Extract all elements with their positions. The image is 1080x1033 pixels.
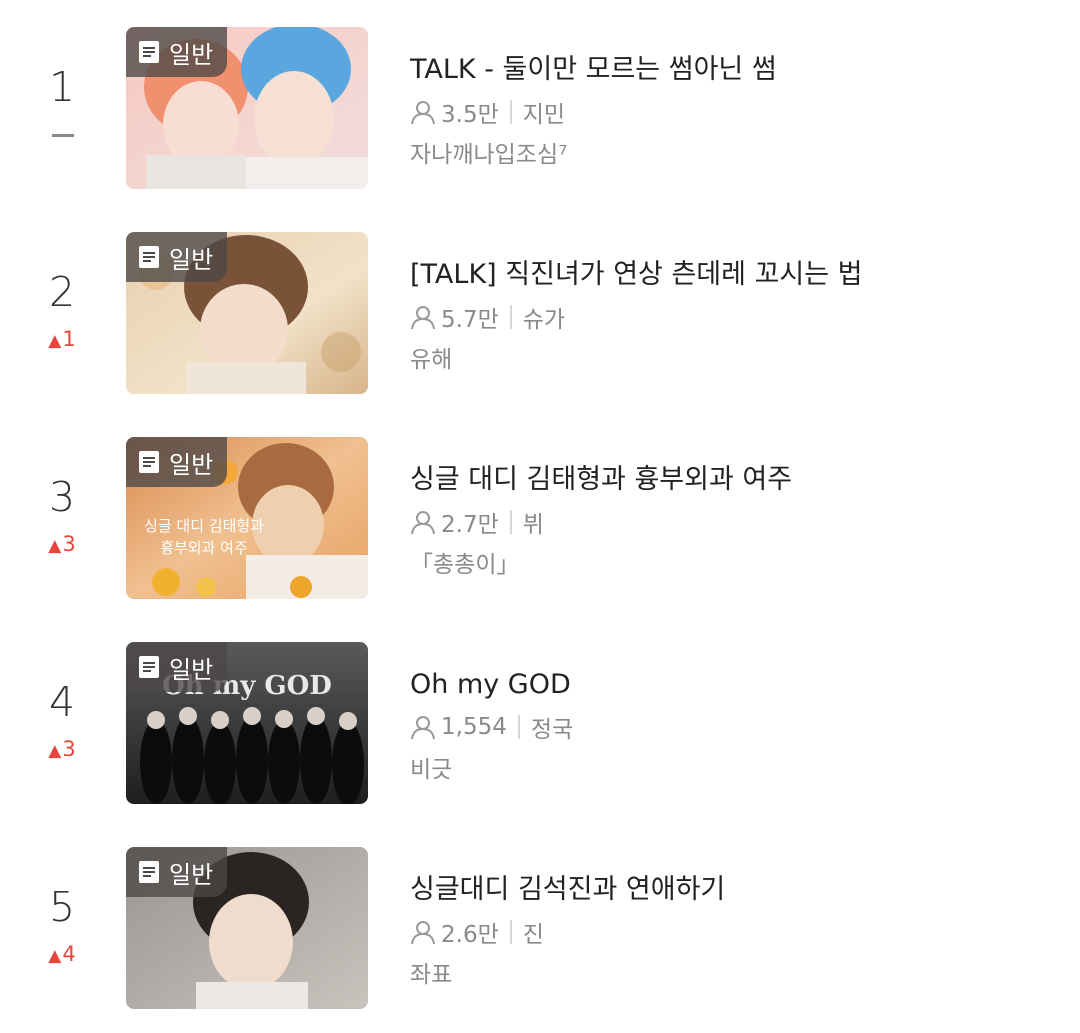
meta-divider xyxy=(509,510,512,534)
person-icon xyxy=(411,716,435,740)
person-icon xyxy=(411,101,435,125)
category-badge: 일반 xyxy=(126,27,228,77)
thumbnail[interactable]: Oh my GOD 일반 xyxy=(126,642,368,804)
rank-unchanged-dash xyxy=(52,134,74,137)
rank-number: 2 xyxy=(48,268,76,316)
meta-divider xyxy=(509,100,512,124)
character-tag[interactable]: 슈가 xyxy=(523,300,565,334)
thumbnail[interactable]: 일반 xyxy=(126,847,368,1009)
ranking-list: 1 일반 TALK - 둘이만 모르는 썸아닌 썸 3.5만 지민 자나깨나입조… xyxy=(0,0,1080,1033)
list-item[interactable]: 2 ▲1 일반 [TALK] 직진녀가 연상 츤데레 꼬시는 법 5.7만 슈가… xyxy=(0,232,1080,396)
badge-label: 일반 xyxy=(169,450,214,479)
rank-up-icon: ▲ xyxy=(48,331,62,351)
character-tag[interactable]: 지민 xyxy=(523,95,565,129)
reader-count: 5.7만 xyxy=(441,307,499,333)
reader-count: 2.6만 xyxy=(441,922,499,948)
story-title[interactable]: 싱글대디 김석진과 연애하기 xyxy=(410,875,725,905)
rank-change: ▲1 xyxy=(22,329,102,350)
person-icon xyxy=(411,511,435,535)
badge-label: 일반 xyxy=(169,40,214,69)
author-name[interactable]: 비긋 xyxy=(410,750,452,784)
list-item[interactable]: 5 ▲4 일반 싱글대디 김석진과 연애하기 2.6만 진 좌표 xyxy=(0,847,1080,1011)
person-icon xyxy=(411,921,435,945)
meta-divider xyxy=(509,920,512,944)
author-name[interactable]: 좌표 xyxy=(410,955,452,989)
character-tag[interactable]: 정국 xyxy=(531,710,573,744)
reader-count: 3.5만 xyxy=(441,102,499,128)
rank-up-icon: ▲ xyxy=(48,536,62,556)
badge-label: 일반 xyxy=(169,860,214,889)
rank-number: 5 xyxy=(48,883,76,931)
meta-divider xyxy=(509,305,512,329)
list-item[interactable]: 3 ▲3 싱글 대디 김태형과 흉부외과 여주 일반 싱글 대디 김태형과 흉부… xyxy=(0,437,1080,601)
person-icon xyxy=(411,306,435,330)
rank-change: ▲4 xyxy=(22,944,102,965)
badge-label: 일반 xyxy=(169,655,214,684)
document-icon xyxy=(139,861,159,883)
rank-change-value: 3 xyxy=(62,737,76,761)
story-meta: 3.5만 지민 xyxy=(410,95,565,129)
rank-number: 3 xyxy=(48,473,76,521)
thumbnail[interactable]: 일반 xyxy=(126,232,368,394)
story-meta: 2.6만 진 xyxy=(410,915,544,949)
category-badge: 일반 xyxy=(126,642,228,692)
reader-count: 2.7만 xyxy=(441,512,499,538)
document-icon xyxy=(139,246,159,268)
rank-change-value: 4 xyxy=(62,942,76,966)
category-badge: 일반 xyxy=(126,232,228,282)
list-item[interactable]: 4 ▲3 Oh my GOD 일반 Oh my GOD 1,554 정국 비긋 xyxy=(0,642,1080,806)
rank-up-icon: ▲ xyxy=(48,946,62,966)
document-icon xyxy=(139,656,159,678)
rank-up-icon: ▲ xyxy=(48,741,62,761)
document-icon xyxy=(139,451,159,473)
thumbnail-caption-line1: 싱글 대디 김태형과 xyxy=(144,517,264,535)
story-title[interactable]: TALK - 둘이만 모르는 썸아닌 썸 xyxy=(410,55,777,85)
character-tag[interactable]: 진 xyxy=(523,915,544,949)
document-icon xyxy=(139,41,159,63)
story-meta: 1,554 정국 xyxy=(410,710,573,744)
rank-number: 4 xyxy=(48,678,76,726)
story-title[interactable]: [TALK] 직진녀가 연상 츤데레 꼬시는 법 xyxy=(410,260,863,290)
rank-change: ▲3 xyxy=(22,534,102,555)
category-badge: 일반 xyxy=(126,437,228,487)
rank-change-value: 3 xyxy=(62,532,76,556)
meta-divider xyxy=(517,715,520,739)
author-name[interactable]: 유해 xyxy=(410,340,452,374)
story-meta: 5.7만 슈가 xyxy=(410,300,565,334)
rank-number: 1 xyxy=(48,63,76,111)
rank-change: ▲3 xyxy=(22,739,102,760)
story-title[interactable]: Oh my GOD xyxy=(410,670,571,700)
reader-count: 1,554 xyxy=(441,714,507,740)
thumbnail[interactable]: 일반 xyxy=(126,27,368,189)
list-item[interactable]: 1 일반 TALK - 둘이만 모르는 썸아닌 썸 3.5만 지민 자나깨나입조… xyxy=(0,27,1080,191)
badge-label: 일반 xyxy=(169,245,214,274)
story-title[interactable]: 싱글 대디 김태형과 흉부외과 여주 xyxy=(410,465,792,495)
category-badge: 일반 xyxy=(126,847,228,897)
thumbnail-caption-line2: 흉부외과 여주 xyxy=(160,539,248,557)
author-name[interactable]: 「총총이」 xyxy=(410,545,519,579)
character-tag[interactable]: 뷔 xyxy=(523,505,544,539)
rank-change-value: 1 xyxy=(62,327,76,351)
thumbnail[interactable]: 싱글 대디 김태형과 흉부외과 여주 일반 xyxy=(126,437,368,599)
author-name[interactable]: 자나깨나입조심⁷ xyxy=(410,135,567,169)
story-meta: 2.7만 뷔 xyxy=(410,505,544,539)
